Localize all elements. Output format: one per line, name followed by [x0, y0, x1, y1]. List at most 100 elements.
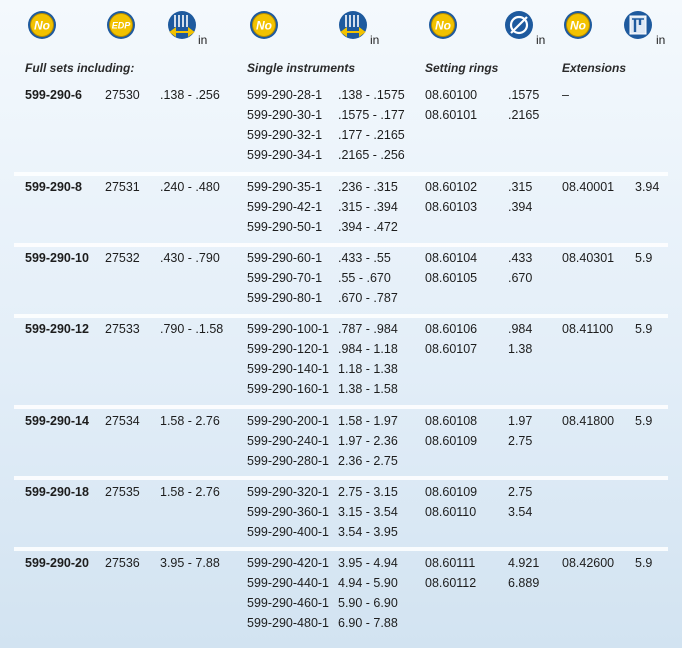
instrument-number: 599-290-280-1 — [247, 454, 330, 468]
set-number: 599-290-8 — [25, 180, 82, 194]
unit-label-inch: in — [536, 33, 546, 47]
set-range: 1.58 - 2.76 — [160, 414, 220, 428]
instrument-range: .787 - .984 — [338, 322, 398, 336]
ring-diameter: .984 — [508, 322, 533, 336]
table-row: 599-290-440-1 4.94 - 5.90 08.60112 6.889 — [0, 573, 682, 593]
bore-range-icon — [167, 10, 197, 40]
ring-diameter: .2165 — [508, 108, 540, 122]
extension-number: 08.41800 — [562, 414, 615, 428]
number-badge-icon: No — [27, 10, 57, 40]
unit-label-inch: in — [656, 33, 666, 47]
edp-number: 27536 — [105, 556, 140, 570]
extension-number: – — [562, 88, 569, 102]
set-range: 1.58 - 2.76 — [160, 485, 220, 499]
instrument-number: 599-290-100-1 — [247, 322, 330, 336]
ring-number: 08.60102 — [425, 180, 478, 194]
instrument-range: .984 - 1.18 — [338, 342, 398, 356]
extension-number: 08.40001 — [562, 180, 615, 194]
set-number: 599-290-10 — [25, 251, 89, 265]
instrument-number: 599-290-420-1 — [247, 556, 330, 570]
table-row: 599-290-80-1 .670 - .787 — [0, 288, 682, 308]
diameter-icon — [504, 10, 534, 40]
row-divider — [14, 314, 668, 318]
ring-number: 08.60112 — [425, 576, 477, 590]
table-row: 599-290-460-1 5.90 - 6.90 — [0, 593, 682, 613]
table-row: 599-290-360-1 3.15 - 3.54 08.60110 3.54 — [0, 502, 682, 522]
svg-text:No: No — [256, 19, 272, 33]
table-row: 599-290-32-1 .177 - .2165 — [0, 125, 682, 145]
setting-rings-header: Setting rings — [425, 61, 499, 75]
table-row: 599-290-6 27530 .138 - .256 599-290-28-1… — [0, 85, 682, 105]
ring-diameter: .1575 — [508, 88, 540, 102]
extension-length: 5.9 — [635, 322, 653, 336]
instrument-range: .1575 - .177 — [338, 108, 405, 122]
ring-number: 08.60106 — [425, 322, 478, 336]
bore-range-icon — [338, 10, 368, 40]
table-row: 599-290-140-1 1.18 - 1.38 — [0, 359, 682, 379]
single-instruments-header: Single instruments — [247, 61, 356, 75]
set-range: 3.95 - 7.88 — [160, 556, 220, 570]
instrument-number: 599-290-120-1 — [247, 342, 330, 356]
instrument-number: 599-290-200-1 — [247, 414, 330, 428]
instrument-range: 1.97 - 2.36 — [338, 434, 398, 448]
number-badge-icon: No — [249, 10, 279, 40]
instrument-number: 599-290-42-1 — [247, 200, 323, 214]
instrument-number: 599-290-320-1 — [247, 485, 330, 499]
instrument-number: 599-290-460-1 — [247, 596, 330, 610]
instrument-number: 599-290-80-1 — [247, 291, 323, 305]
ring-diameter: .315 — [508, 180, 533, 194]
ring-number: 08.60108 — [425, 414, 478, 428]
svg-text:No: No — [570, 19, 586, 33]
instrument-range: .670 - .787 — [338, 291, 398, 305]
instrument-number: 599-290-480-1 — [247, 616, 330, 630]
set-range: .240 - .480 — [160, 180, 220, 194]
extension-length: 5.9 — [635, 414, 653, 428]
extension-length-icon — [623, 10, 653, 40]
instrument-range: .394 - .472 — [338, 220, 398, 234]
table-row: 599-290-50-1 .394 - .472 — [0, 217, 682, 237]
ring-diameter: 2.75 — [508, 434, 533, 448]
instrument-number: 599-290-70-1 — [247, 271, 323, 285]
table-row: 599-290-12 27533 .790 - .1.58 599-290-10… — [0, 319, 682, 339]
instrument-number: 599-290-28-1 — [247, 88, 323, 102]
catalog-table: No EDP in No in No in No in Full sets in… — [0, 0, 682, 648]
instrument-range: .55 - .670 — [338, 271, 391, 285]
instrument-range: .2165 - .256 — [338, 148, 405, 162]
ring-number: 08.60105 — [425, 271, 478, 285]
table-row: 599-290-400-1 3.54 - 3.95 — [0, 522, 682, 542]
instrument-number: 599-290-160-1 — [247, 382, 330, 396]
instrument-number: 599-290-240-1 — [247, 434, 330, 448]
set-number: 599-290-20 — [25, 556, 89, 570]
instrument-number: 599-290-32-1 — [247, 128, 323, 142]
table-row: 599-290-70-1 .55 - .670 08.60105 .670 — [0, 268, 682, 288]
set-number: 599-290-14 — [25, 414, 89, 428]
extension-number: 08.40301 — [562, 251, 615, 265]
table-row: 599-290-280-1 2.36 - 2.75 — [0, 451, 682, 471]
table-row: 599-290-14 27534 1.58 - 2.76 599-290-200… — [0, 411, 682, 431]
svg-text:No: No — [34, 19, 50, 33]
row-divider — [14, 405, 668, 409]
instrument-range: .433 - .55 — [338, 251, 391, 265]
table-row: 599-290-34-1 .2165 - .256 — [0, 145, 682, 165]
table-row: 599-290-30-1 .1575 - .177 08.60101 .2165 — [0, 105, 682, 125]
instrument-number: 599-290-34-1 — [247, 148, 323, 162]
instrument-range: 2.75 - 3.15 — [338, 485, 398, 499]
instrument-range: 4.94 - 5.90 — [338, 576, 398, 590]
set-range: .138 - .256 — [160, 88, 220, 102]
instrument-range: 6.90 - 7.88 — [338, 616, 398, 630]
ring-number: 08.60100 — [425, 88, 478, 102]
ring-number: 08.60109 — [425, 485, 478, 499]
ring-number: 08.60109 — [425, 434, 478, 448]
ring-number: 08.60110 — [425, 505, 477, 519]
unit-label-inch: in — [370, 33, 380, 47]
table-row: 599-290-18 27535 1.58 - 2.76 599-290-320… — [0, 482, 682, 502]
instrument-range: 1.58 - 1.97 — [338, 414, 398, 428]
instrument-range: 1.38 - 1.58 — [338, 382, 398, 396]
extension-length: 5.9 — [635, 556, 653, 570]
set-number: 599-290-6 — [25, 88, 82, 102]
instrument-number: 599-290-60-1 — [247, 251, 323, 265]
ring-number: 08.60101 — [425, 108, 478, 122]
ring-diameter: 6.889 — [508, 576, 540, 590]
table-row: 599-290-8 27531 .240 - .480 599-290-35-1… — [0, 177, 682, 197]
ring-diameter: 1.97 — [508, 414, 533, 428]
